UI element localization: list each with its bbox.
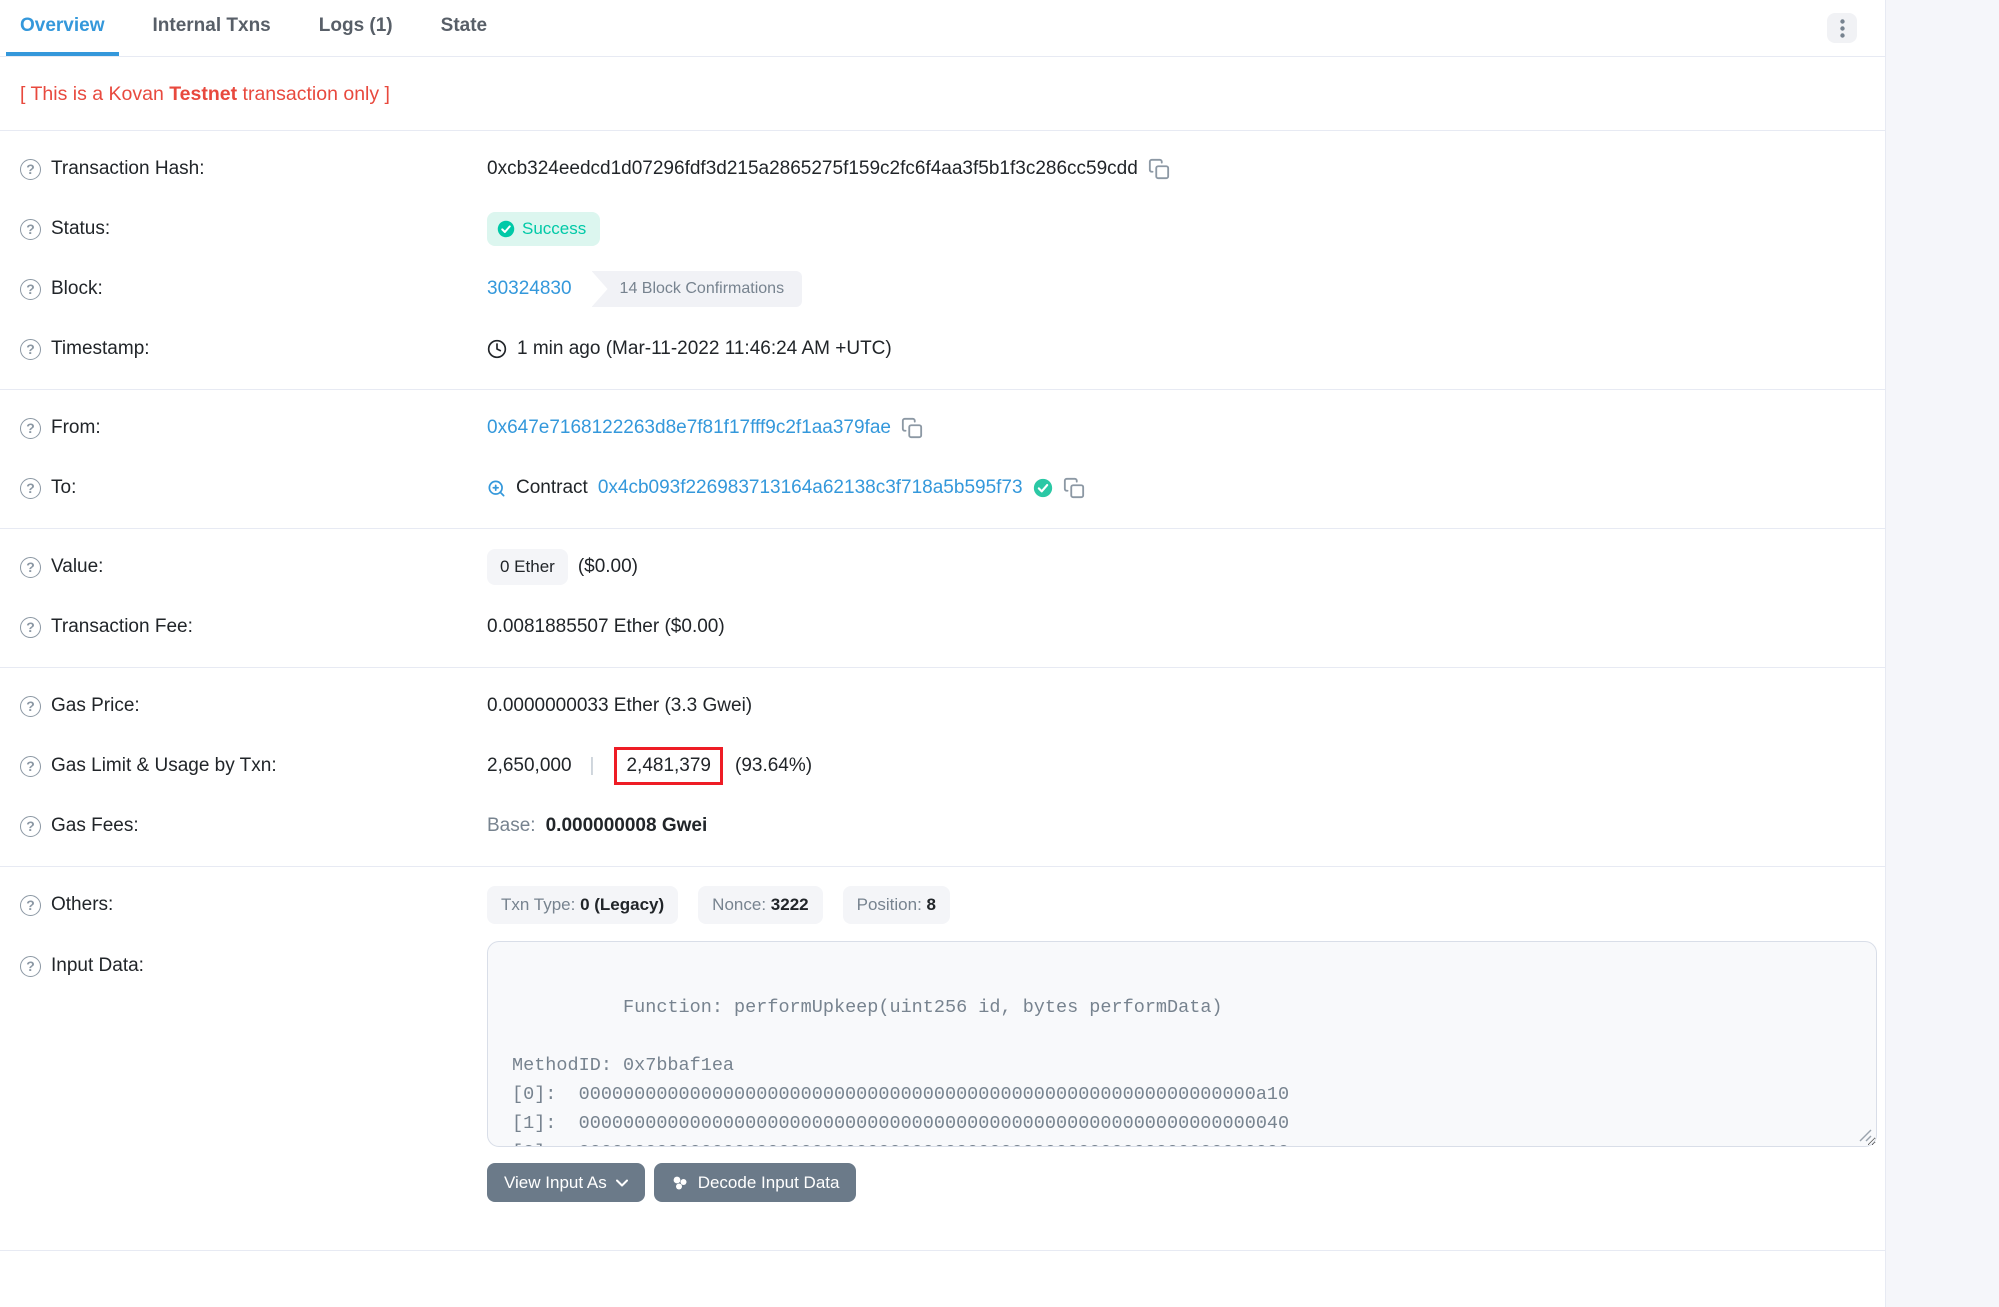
page-background-strip: [1886, 0, 1999, 1307]
kebab-icon: [1840, 19, 1845, 38]
position-badge: Position: 8: [843, 886, 950, 924]
check-circle-icon: [497, 220, 515, 238]
help-icon[interactable]: ?: [20, 756, 41, 777]
tab-bar: Overview Internal Txns Logs (1) State: [0, 0, 1885, 57]
help-icon[interactable]: ?: [20, 816, 41, 837]
tab-internal-txns[interactable]: Internal Txns: [139, 0, 285, 56]
resize-handle-icon[interactable]: [1858, 1128, 1872, 1142]
help-icon[interactable]: ?: [20, 478, 41, 499]
txn-type-badge: Txn Type: 0 (Legacy): [487, 886, 678, 924]
help-icon[interactable]: ?: [20, 219, 41, 240]
block-number-link[interactable]: 30324830: [487, 278, 572, 300]
input-data-row: ? Input Data: Function: performUpkeep(ui…: [0, 941, 1885, 1202]
value-row: ? Value: 0 Ether ($0.00): [0, 537, 1885, 597]
value-badge: 0 Ether: [487, 549, 568, 585]
transaction-fee-value: 0.0081885507 Ether ($0.00): [487, 616, 725, 638]
help-icon[interactable]: ?: [20, 617, 41, 638]
to-contract-prefix: Contract: [516, 477, 588, 499]
transaction-fee-row: ? Transaction Fee: 0.0081885507 Ether ($…: [0, 597, 1885, 657]
transaction-hash-label: Transaction Hash:: [51, 158, 204, 180]
zoom-in-icon[interactable]: [487, 479, 506, 498]
to-label: To:: [51, 477, 76, 499]
gas-used-percent: (93.64%): [735, 755, 812, 777]
timestamp-label: Timestamp:: [51, 338, 150, 360]
help-icon[interactable]: ?: [20, 279, 41, 300]
help-icon[interactable]: ?: [20, 339, 41, 360]
testnet-notice: [ This is a Kovan Testnet transaction on…: [0, 57, 1885, 130]
status-label: Status:: [51, 218, 110, 240]
gas-limit-value: 2,650,000: [487, 755, 572, 777]
from-address-link[interactable]: 0x647e7168122263d8e7f81f17fff9c2f1aa379f…: [487, 417, 891, 439]
divider: [0, 1250, 1885, 1251]
view-input-as-button[interactable]: View Input As: [487, 1163, 645, 1202]
value-label: Value:: [51, 556, 103, 578]
help-icon[interactable]: ?: [20, 418, 41, 439]
copy-icon[interactable]: [1063, 477, 1085, 499]
others-row: ? Others: Txn Type: 0 (Legacy) Nonce: 32…: [0, 875, 1885, 935]
copy-icon[interactable]: [1148, 158, 1170, 180]
input-data-textarea[interactable]: Function: performUpkeep(uint256 id, byte…: [487, 941, 1877, 1147]
transaction-hash-value: 0xcb324eedcd1d07296fdf3d215a2865275f159c…: [487, 158, 1138, 180]
gas-fees-row: ? Gas Fees: Base: 0.000000008 Gwei: [0, 796, 1885, 856]
block-row: ? Block: 30324830 14 Block Confirmations: [0, 259, 1885, 319]
gas-price-value: 0.0000000033 Ether (3.3 Gwei): [487, 695, 752, 717]
verified-check-icon: [1033, 478, 1053, 498]
help-icon[interactable]: ?: [20, 696, 41, 717]
help-icon[interactable]: ?: [20, 159, 41, 180]
status-row: ? Status: Success: [0, 199, 1885, 259]
tab-logs[interactable]: Logs (1): [305, 0, 407, 56]
gas-used-annotation-box: 2,481,379: [614, 747, 723, 785]
block-confirmations-badge: 14 Block Confirmations: [592, 271, 803, 307]
to-address-link[interactable]: 0x4cb093f226983713164a62138c3f718a5b595f…: [598, 477, 1023, 499]
decode-icon: [671, 1174, 689, 1192]
block-label: Block:: [51, 278, 103, 300]
chevron-down-icon: [616, 1179, 628, 1187]
from-label: From:: [51, 417, 101, 439]
gas-fees-label: Gas Fees:: [51, 815, 139, 837]
timestamp-row: ? Timestamp: 1 min ago (Mar-11-2022 11:4…: [0, 319, 1885, 379]
status-badge: Success: [487, 212, 600, 246]
copy-icon[interactable]: [901, 417, 923, 439]
clock-icon: [487, 339, 507, 359]
gas-fees-base-value: 0.000000008 Gwei: [546, 815, 708, 837]
decode-input-data-button[interactable]: Decode Input Data: [654, 1163, 857, 1202]
value-usd: ($0.00): [578, 556, 638, 578]
to-row: ? To: Contract 0x4cb093f226983713164a621…: [0, 458, 1885, 518]
gas-used-value: 2,481,379: [626, 755, 711, 776]
help-icon[interactable]: ?: [20, 557, 41, 578]
gas-limit-usage-row: ? Gas Limit & Usage by Txn: 2,650,000 | …: [0, 736, 1885, 796]
help-icon[interactable]: ?: [20, 956, 41, 977]
gas-fees-base-label: Base:: [487, 815, 536, 837]
nonce-badge: Nonce: 3222: [698, 886, 822, 924]
gas-limit-usage-label: Gas Limit & Usage by Txn:: [51, 755, 277, 777]
timestamp-value: 1 min ago (Mar-11-2022 11:46:24 AM +UTC): [517, 338, 892, 360]
gas-price-row: ? Gas Price: 0.0000000033 Ether (3.3 Gwe…: [0, 676, 1885, 736]
help-icon[interactable]: ?: [20, 895, 41, 916]
transaction-hash-row: ? Transaction Hash: 0xcb324eedcd1d07296f…: [0, 139, 1885, 199]
tab-overview[interactable]: Overview: [6, 0, 119, 56]
gas-separator: |: [582, 755, 603, 777]
transaction-details-card: Overview Internal Txns Logs (1) State [ …: [0, 0, 1886, 1307]
tab-state[interactable]: State: [427, 0, 501, 56]
input-data-label: Input Data:: [51, 955, 144, 977]
transaction-fee-label: Transaction Fee:: [51, 616, 193, 638]
from-row: ? From: 0x647e7168122263d8e7f81f17fff9c2…: [0, 398, 1885, 458]
gas-price-label: Gas Price:: [51, 695, 140, 717]
more-options-button[interactable]: [1827, 13, 1857, 43]
others-label: Others:: [51, 894, 113, 916]
